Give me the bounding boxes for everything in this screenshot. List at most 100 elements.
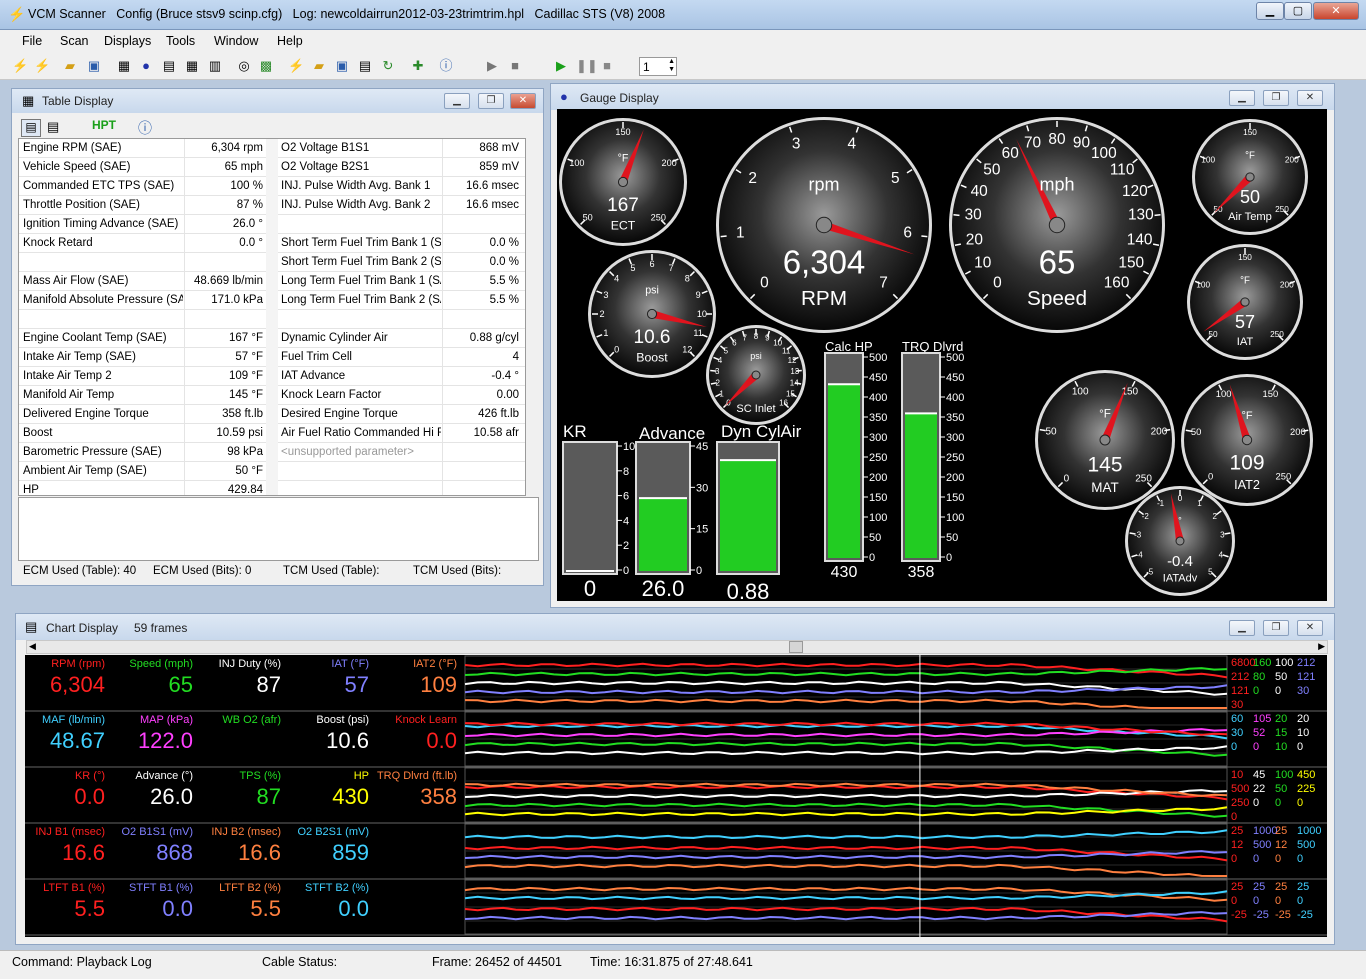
- bar-tick-label: 0: [869, 552, 875, 564]
- minimize-button[interactable]: ▁: [1256, 2, 1284, 20]
- vehicle-icon[interactable]: ◎: [236, 58, 252, 74]
- scale-label: 160: [1253, 657, 1271, 669]
- table-row[interactable]: Manifold Air Temp 145 °F Knock Learn Facto…: [19, 386, 525, 405]
- menu-scan[interactable]: Scan: [60, 34, 89, 48]
- layout-2-icon[interactable]: ▤: [47, 119, 59, 135]
- gauge-iatadv: -5-4-3-2-1012345°-0.4IATAdv: [1125, 486, 1235, 596]
- chart-minimize-button[interactable]: ▁: [1229, 620, 1255, 636]
- menu-tools[interactable]: Tools: [166, 34, 195, 48]
- column-divider: [442, 215, 443, 234]
- channel-value: 10.6: [326, 728, 369, 753]
- flash-open-icon[interactable]: ⚡: [288, 58, 304, 74]
- scroll-left-icon[interactable]: ◀: [29, 641, 36, 652]
- status-frame: Frame: 26452 of 44501: [432, 955, 562, 969]
- gauge-mat: 050100 150200250°F145MAT: [1035, 370, 1175, 510]
- gauge-unit: °F: [1240, 275, 1250, 286]
- channel-value: 0.0: [74, 784, 105, 809]
- gauge-scinlet: 012345678910111213141516psiSC Inlet: [706, 325, 806, 425]
- disconnect-icon[interactable]: ⚡: [34, 58, 50, 74]
- refresh-icon[interactable]: ↻: [380, 58, 396, 74]
- open-folder-icon[interactable]: ▰: [62, 58, 78, 74]
- help-icon[interactable]: ⓘ: [138, 118, 152, 138]
- chart-scrollbar[interactable]: ◀ ▶: [26, 640, 1328, 654]
- scale-label: 0: [1253, 741, 1259, 753]
- chart-row: MAF (lb/min) 48.67 MAP (kPa) 122.0 WB O2 (af…: [25, 711, 1327, 768]
- stop-icon[interactable]: ■: [599, 58, 615, 74]
- bits-icon[interactable]: ▩: [258, 58, 274, 74]
- dashboard-icon[interactable]: ▥: [207, 58, 223, 74]
- chart-close-button[interactable]: ✕: [1297, 620, 1323, 636]
- scale-label: 121: [1297, 671, 1315, 683]
- gauge-tick-label: 150: [1263, 388, 1279, 399]
- param-value: 0.0 %: [489, 237, 519, 249]
- channel-value: 87: [257, 672, 281, 697]
- table-row[interactable]: Manifold Absolute Pressure (SAE) 171.0 kP…: [19, 291, 525, 310]
- chart-restore-button[interactable]: ❐: [1263, 620, 1289, 636]
- bar-tick-label: 250: [946, 452, 964, 464]
- open-log-icon[interactable]: ▰: [311, 58, 327, 74]
- table-row[interactable]: Short Term Fuel Trim Bank 2 (SAE) 0.0 %: [19, 253, 525, 272]
- properties-icon[interactable]: ▤: [357, 58, 373, 74]
- gauge-tick-label: 50: [983, 162, 1000, 179]
- table-row[interactable]: Vehicle Speed (SAE) 65 mph O2 Voltage B2S1…: [19, 158, 525, 177]
- play-icon[interactable]: ▶: [553, 58, 569, 74]
- close-button[interactable]: ✕: [1313, 2, 1359, 20]
- frame-spinner[interactable]: 1 ▲ ▼: [639, 57, 677, 76]
- column-divider: [266, 177, 278, 196]
- gauge-display-header: ● Gauge Display ▁ ❐ ✕: [551, 84, 1334, 110]
- chart-display-icon[interactable]: ▤: [161, 58, 177, 74]
- parameter-table[interactable]: Engine RPM (SAE) 6,304 rpm O2 Voltage B1S1…: [18, 138, 526, 496]
- hpt-icon[interactable]: HPT: [92, 118, 116, 132]
- table-row[interactable]: Commanded ETC TPS (SAE) 100 % INJ. Pulse W…: [19, 177, 525, 196]
- config-icon[interactable]: ✚: [410, 58, 426, 74]
- table-row[interactable]: Intake Air Temp 2 109 °F IAT Advance -0.4 °: [19, 367, 525, 386]
- table-row[interactable]: Ambient Air Temp (SAE) 50 °F: [19, 462, 525, 481]
- gauge-tick: [1185, 429, 1192, 432]
- scroll-right-icon[interactable]: ▶: [1318, 641, 1325, 652]
- table-row[interactable]: Knock Retard 0.0 ° Short Term Fuel Trim Ba…: [19, 234, 525, 253]
- play-gray-icon[interactable]: ▶: [484, 58, 500, 74]
- spinner-arrows-icon[interactable]: ▲ ▼: [668, 58, 675, 74]
- table-row[interactable]: Mass Air Flow (SAE) 48.669 lb/min Long Ter…: [19, 272, 525, 291]
- gauge-display-icon[interactable]: ●: [138, 58, 154, 74]
- info-icon[interactable]: ⓘ: [438, 58, 454, 74]
- maximize-button[interactable]: ▢: [1284, 2, 1312, 20]
- scroll-thumb[interactable]: [789, 641, 803, 653]
- table-close-button[interactable]: ✕: [510, 93, 536, 109]
- menu-window[interactable]: Window: [214, 34, 258, 48]
- table-row[interactable]: Throttle Position (SAE) 87 % INJ. Pulse Wi…: [19, 196, 525, 215]
- gauge-hub: [617, 176, 629, 188]
- table-row[interactable]: Ignition Timing Advance (SAE) 26.0 °: [19, 215, 525, 234]
- table-row[interactable]: Delivered Engine Torque 358 ft.lb Desired …: [19, 405, 525, 424]
- gauge-unit: °F: [1241, 410, 1252, 422]
- stop-gray-icon[interactable]: ■: [507, 58, 523, 74]
- gauge-tick-label: -1: [1157, 499, 1165, 508]
- table-row[interactable]: HP 429.84: [19, 481, 525, 495]
- menu-help[interactable]: Help: [277, 34, 303, 48]
- save-log-icon[interactable]: ▣: [334, 58, 350, 74]
- bar-gauge-advance: Advance453015026.0: [635, 424, 708, 601]
- menu-file[interactable]: File: [22, 34, 42, 48]
- table-row[interactable]: Barometric Pressure (SAE) 98 kPa <unsuppor…: [19, 443, 525, 462]
- menu-displays[interactable]: Displays: [104, 34, 151, 48]
- table-row[interactable]: Boost 10.59 psi Air Fuel Ratio Commanded H…: [19, 424, 525, 443]
- histogram-icon[interactable]: ▦: [184, 58, 200, 74]
- table-display-icon[interactable]: ▦: [116, 58, 132, 74]
- bar-value: 26.0: [642, 576, 685, 601]
- table-row[interactable]: Engine Coolant Temp (SAE) 167 °F Dynamic C…: [19, 329, 525, 348]
- save-icon[interactable]: ▣: [86, 58, 102, 74]
- table-row[interactable]: Intake Air Temp (SAE) 57 °F Fuel Trim Cell…: [19, 348, 525, 367]
- table-row[interactable]: [19, 310, 525, 329]
- column-divider: [184, 234, 185, 253]
- gauge-restore-button[interactable]: ❐: [1263, 90, 1289, 106]
- table-restore-button[interactable]: ❐: [478, 93, 504, 109]
- gauge-minimize-button[interactable]: ▁: [1229, 90, 1255, 106]
- gauge-close-button[interactable]: ✕: [1297, 90, 1323, 106]
- channel-name: Boost (psi): [316, 714, 369, 726]
- table-minimize-button[interactable]: ▁: [444, 93, 470, 109]
- connect-icon[interactable]: ⚡: [12, 58, 28, 74]
- table-scrollbar[interactable]: [525, 139, 526, 496]
- table-row[interactable]: Engine RPM (SAE) 6,304 rpm O2 Voltage B1S1…: [19, 139, 525, 158]
- layout-1-icon[interactable]: ▤: [21, 119, 41, 137]
- pause-icon[interactable]: ❚❚: [576, 58, 598, 74]
